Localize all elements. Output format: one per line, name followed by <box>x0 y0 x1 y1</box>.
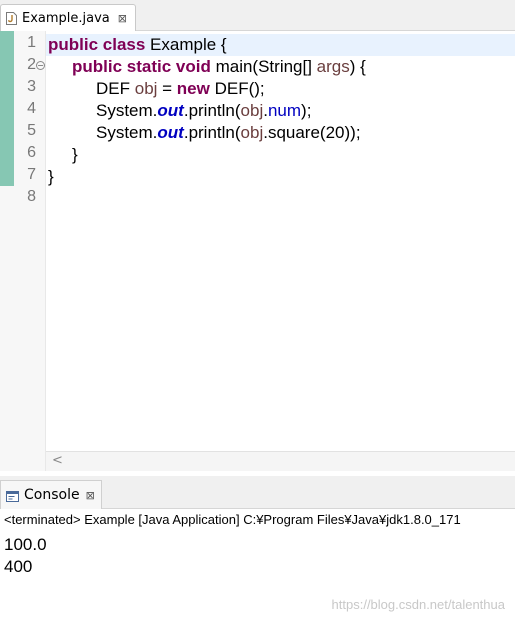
line-number: 2 <box>27 56 36 73</box>
editor-tab-bar: Example.java ⊠ <box>0 0 515 31</box>
line-number: 4 <box>27 100 36 117</box>
code-text: .println( <box>183 123 241 142</box>
code-line-7[interactable]: } <box>46 166 515 188</box>
code-text: .println( <box>183 101 241 120</box>
code-text: DEF <box>96 79 135 98</box>
code-text: main(String[] <box>210 57 317 76</box>
keyword: public static void <box>72 57 211 76</box>
line-number: 8 <box>27 188 36 205</box>
code-text: ) { <box>349 57 366 76</box>
code-text: DEF(); <box>209 79 265 98</box>
code-text: } <box>48 167 54 186</box>
close-icon[interactable]: ⊠ <box>86 489 95 502</box>
watermark: https://blog.csdn.net/talenthua <box>331 597 505 612</box>
local-variable: obj <box>240 101 264 120</box>
line-number: 7 <box>27 166 36 183</box>
line-number: 6 <box>27 144 36 161</box>
tab-console[interactable]: Console ⊠ <box>0 480 102 509</box>
gutter-margin <box>0 186 14 471</box>
code-text: ); <box>301 101 312 120</box>
code-text: = <box>157 79 177 98</box>
horizontal-scrollbar[interactable]: < <box>46 451 515 471</box>
console-output-line: 400 <box>4 557 33 576</box>
code-text-area[interactable]: public class Example { public static voi… <box>46 31 515 451</box>
code-line-5[interactable]: System.out.println(obj.square(20)); <box>46 122 515 144</box>
parameter: args <box>316 57 350 76</box>
line-number: 1 <box>27 34 36 51</box>
tab-label: Example.java <box>22 10 110 26</box>
code-text: System. <box>96 123 158 142</box>
close-icon[interactable]: ⊠ <box>118 12 127 25</box>
scroll-left-icon[interactable]: < <box>52 453 63 468</box>
local-variable: obj <box>240 123 264 142</box>
keyword: new <box>176 79 210 98</box>
local-variable: obj <box>134 79 158 98</box>
console-tab-bar: Console ⊠ <box>0 476 515 509</box>
line-number: 3 <box>27 78 36 95</box>
console-icon <box>6 490 19 502</box>
code-line-1[interactable]: public class Example { <box>46 34 515 56</box>
tab-example-java[interactable]: Example.java ⊠ <box>0 4 136 31</box>
line-number-gutter <box>14 31 46 471</box>
java-file-icon <box>6 11 17 25</box>
console-output-line: 100.0 <box>4 535 47 554</box>
static-field: out <box>157 123 184 142</box>
line-number: 5 <box>27 122 36 139</box>
console-tab-label: Console <box>24 487 80 503</box>
code-line-6[interactable]: } <box>46 144 515 166</box>
code-text: } <box>72 145 78 164</box>
keyword: public class <box>48 35 146 54</box>
console-status-line: <terminated> Example [Java Application] … <box>4 512 461 527</box>
field: num <box>267 101 302 120</box>
code-line-4[interactable]: System.out.println(obj.num); <box>46 100 515 122</box>
change-indicator-bar <box>0 31 14 186</box>
collapse-icon[interactable]: − <box>36 61 45 70</box>
code-text: Example { <box>145 35 227 54</box>
code-editor[interactable]: 1 2 − 3 4 5 6 7 8 public class Example {… <box>0 31 515 471</box>
static-field: out <box>157 101 184 120</box>
code-text: .square(20)); <box>263 123 361 142</box>
code-line-2[interactable]: public static void main(String[] args) { <box>46 56 515 78</box>
code-text: System. <box>96 101 158 120</box>
code-line-3[interactable]: DEF obj = new DEF(); <box>46 78 515 100</box>
